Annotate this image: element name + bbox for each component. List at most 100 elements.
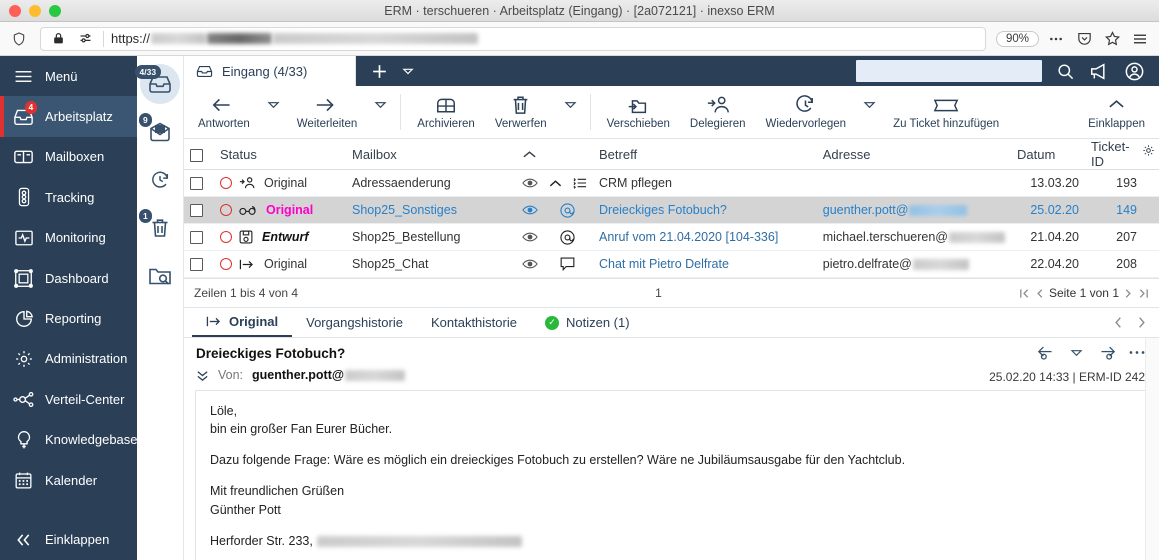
sidebar-item-tracking[interactable]: Tracking: [0, 177, 137, 217]
megaphone-icon[interactable]: [1089, 62, 1110, 81]
sidebar-item-arbeitsplatz[interactable]: 4 Arbeitsplatz: [0, 96, 137, 138]
subject-link[interactable]: Dreieckiges Fotobuch?: [599, 203, 727, 217]
magnifier-icon[interactable]: [1056, 62, 1075, 81]
plus-icon[interactable]: [370, 62, 389, 81]
ellipsis-icon[interactable]: [1045, 28, 1067, 50]
star-icon[interactable]: [1101, 28, 1123, 50]
hamburger-menu-icon[interactable]: [1129, 28, 1151, 50]
table-row[interactable]: Original Shop25_Chat Chat mit Pietro Del…: [184, 250, 1159, 278]
caret-down-icon[interactable]: [402, 65, 414, 77]
forward-icon[interactable]: [1096, 345, 1116, 360]
user-circle-icon[interactable]: [1124, 61, 1145, 82]
inbox-rail-button[interactable]: 4/33: [135, 64, 180, 104]
column-header-datum[interactable]: Datum: [1011, 139, 1085, 170]
tab-notizen[interactable]: ✓ Notizen (1): [531, 308, 644, 337]
prev-page-icon[interactable]: [1035, 288, 1044, 299]
column-header-status[interactable]: Status: [214, 139, 346, 170]
detail-vertical-scrollbar[interactable]: [1145, 338, 1159, 560]
select-all-header[interactable]: [184, 139, 214, 170]
subject-link[interactable]: Chat mit Pietro Delfrate: [599, 257, 729, 271]
caret-down-icon[interactable]: [1070, 346, 1083, 359]
next-page-icon[interactable]: [1124, 288, 1133, 299]
ellipsis-icon[interactable]: [1129, 350, 1145, 355]
column-header-adresse[interactable]: Adresse: [816, 139, 1011, 170]
sidebar-menu-toggle[interactable]: Menü: [0, 56, 137, 96]
sidebar-item-dashboard[interactable]: Dashboard: [0, 258, 137, 298]
table-row[interactable]: Entwurf Shop25_Bestellung Anruf vom 21.0…: [184, 223, 1159, 251]
zoom-level-indicator[interactable]: 90%: [995, 30, 1039, 47]
first-page-icon[interactable]: [1019, 288, 1030, 299]
tab-vorgangshistorie[interactable]: Vorgangshistorie: [292, 308, 417, 337]
table-row[interactable]: Original Adressaenderung CRM pflegen 13.…: [184, 169, 1159, 197]
maximize-window-button[interactable]: [49, 4, 61, 17]
reply-button[interactable]: Antworten: [188, 92, 260, 133]
sidebar-item-administration[interactable]: Administration: [0, 339, 137, 379]
at-icon[interactable]: [560, 202, 575, 218]
sidebar-item-knowledgebase[interactable]: Knowledgebase: [0, 420, 138, 460]
gear-icon[interactable]: [1142, 144, 1155, 157]
column-header-sort[interactable]: [516, 139, 593, 170]
row-checkbox[interactable]: [190, 204, 203, 218]
row-mailbox-cell[interactable]: Shop25_Sonstiges: [346, 196, 516, 224]
sidebar-item-mailboxen[interactable]: Mailboxen: [0, 137, 137, 177]
reply-icon[interactable]: [1037, 345, 1057, 360]
row-checkbox[interactable]: [190, 231, 203, 245]
url-bar[interactable]: https://: [40, 26, 986, 51]
tab-kontakthistorie[interactable]: Kontakthistorie: [417, 308, 531, 337]
pocket-icon[interactable]: [1073, 28, 1095, 50]
move-button[interactable]: Verschieben: [597, 92, 680, 133]
at-icon[interactable]: [560, 229, 575, 245]
archive-button[interactable]: Archivieren: [407, 92, 485, 133]
select-all-checkbox[interactable]: [190, 148, 203, 162]
eye-icon[interactable]: [522, 258, 538, 270]
speech-bubble-icon[interactable]: [560, 257, 575, 271]
row-subject-cell[interactable]: Anruf vom 21.04.2020 [104-336]: [593, 223, 817, 251]
sidebar-item-kalender[interactable]: Kalender: [0, 460, 137, 500]
reply-dropdown-caret[interactable]: [260, 98, 287, 111]
eye-icon[interactable]: [522, 231, 538, 243]
resubmit-button[interactable]: Wiedervorlegen: [756, 92, 857, 133]
row-select-cell[interactable]: [184, 169, 214, 197]
subject-link[interactable]: Anruf vom 21.04.2020 [104-336]: [599, 230, 778, 244]
search-folder-rail-button[interactable]: [140, 256, 180, 296]
last-page-icon[interactable]: [1138, 288, 1149, 299]
add-to-ticket-button[interactable]: Zu Ticket hinzufügen: [883, 92, 1009, 133]
shield-icon[interactable]: [8, 28, 30, 50]
discard-dropdown-caret[interactable]: [557, 98, 584, 111]
eye-icon[interactable]: [522, 204, 538, 216]
resubmit-dropdown-caret[interactable]: [856, 98, 883, 111]
row-select-cell[interactable]: [184, 223, 214, 251]
forward-dropdown-caret[interactable]: [367, 98, 394, 111]
row-checkbox[interactable]: [190, 177, 203, 191]
table-row[interactable]: Original Shop25_Sonstiges Dreieckiges Fo…: [184, 196, 1159, 224]
toolbar-collapse-button[interactable]: Einklappen: [1078, 92, 1155, 133]
chevron-left-icon[interactable]: [1113, 316, 1123, 329]
chevron-right-icon[interactable]: [1137, 316, 1147, 329]
column-header-ticket-id[interactable]: Ticket-ID: [1085, 139, 1159, 170]
tab-eingang[interactable]: Eingang (4/33): [184, 56, 356, 86]
sidebar-item-verteil-center[interactable]: Verteil-Center: [0, 379, 137, 419]
forward-button[interactable]: Weiterleiten: [287, 92, 368, 133]
row-checkbox[interactable]: [190, 258, 203, 272]
row-select-cell[interactable]: [184, 196, 214, 224]
delegate-button[interactable]: Delegieren: [680, 92, 756, 133]
eye-icon[interactable]: [522, 177, 538, 189]
sidebar-item-reporting[interactable]: Reporting: [0, 298, 137, 338]
list-icon[interactable]: [573, 177, 587, 189]
trash-rail-button[interactable]: 1: [139, 208, 180, 248]
row-select-cell[interactable]: [184, 250, 214, 278]
chevron-up-icon[interactable]: [549, 179, 562, 188]
row-subject-cell[interactable]: Chat mit Pietro Delfrate: [593, 250, 817, 278]
row-subject-cell[interactable]: Dreieckiges Fotobuch?: [593, 196, 817, 224]
permissions-icon[interactable]: [74, 28, 96, 50]
sidebar-item-monitoring[interactable]: Monitoring: [0, 218, 137, 258]
tab-original[interactable]: Original: [192, 308, 293, 337]
mailbox-link[interactable]: Shop25_Sonstiges: [352, 203, 457, 217]
unread-mail-rail-button[interactable]: 9: [139, 112, 180, 152]
column-header-betreff[interactable]: Betreff: [593, 139, 817, 170]
sidebar-collapse-button[interactable]: Einklappen: [0, 520, 137, 560]
search-input[interactable]: [856, 60, 1042, 82]
resubmission-rail-button[interactable]: [140, 160, 180, 200]
column-header-mailbox[interactable]: Mailbox: [346, 139, 516, 170]
double-chevron-down-icon[interactable]: [196, 369, 209, 382]
